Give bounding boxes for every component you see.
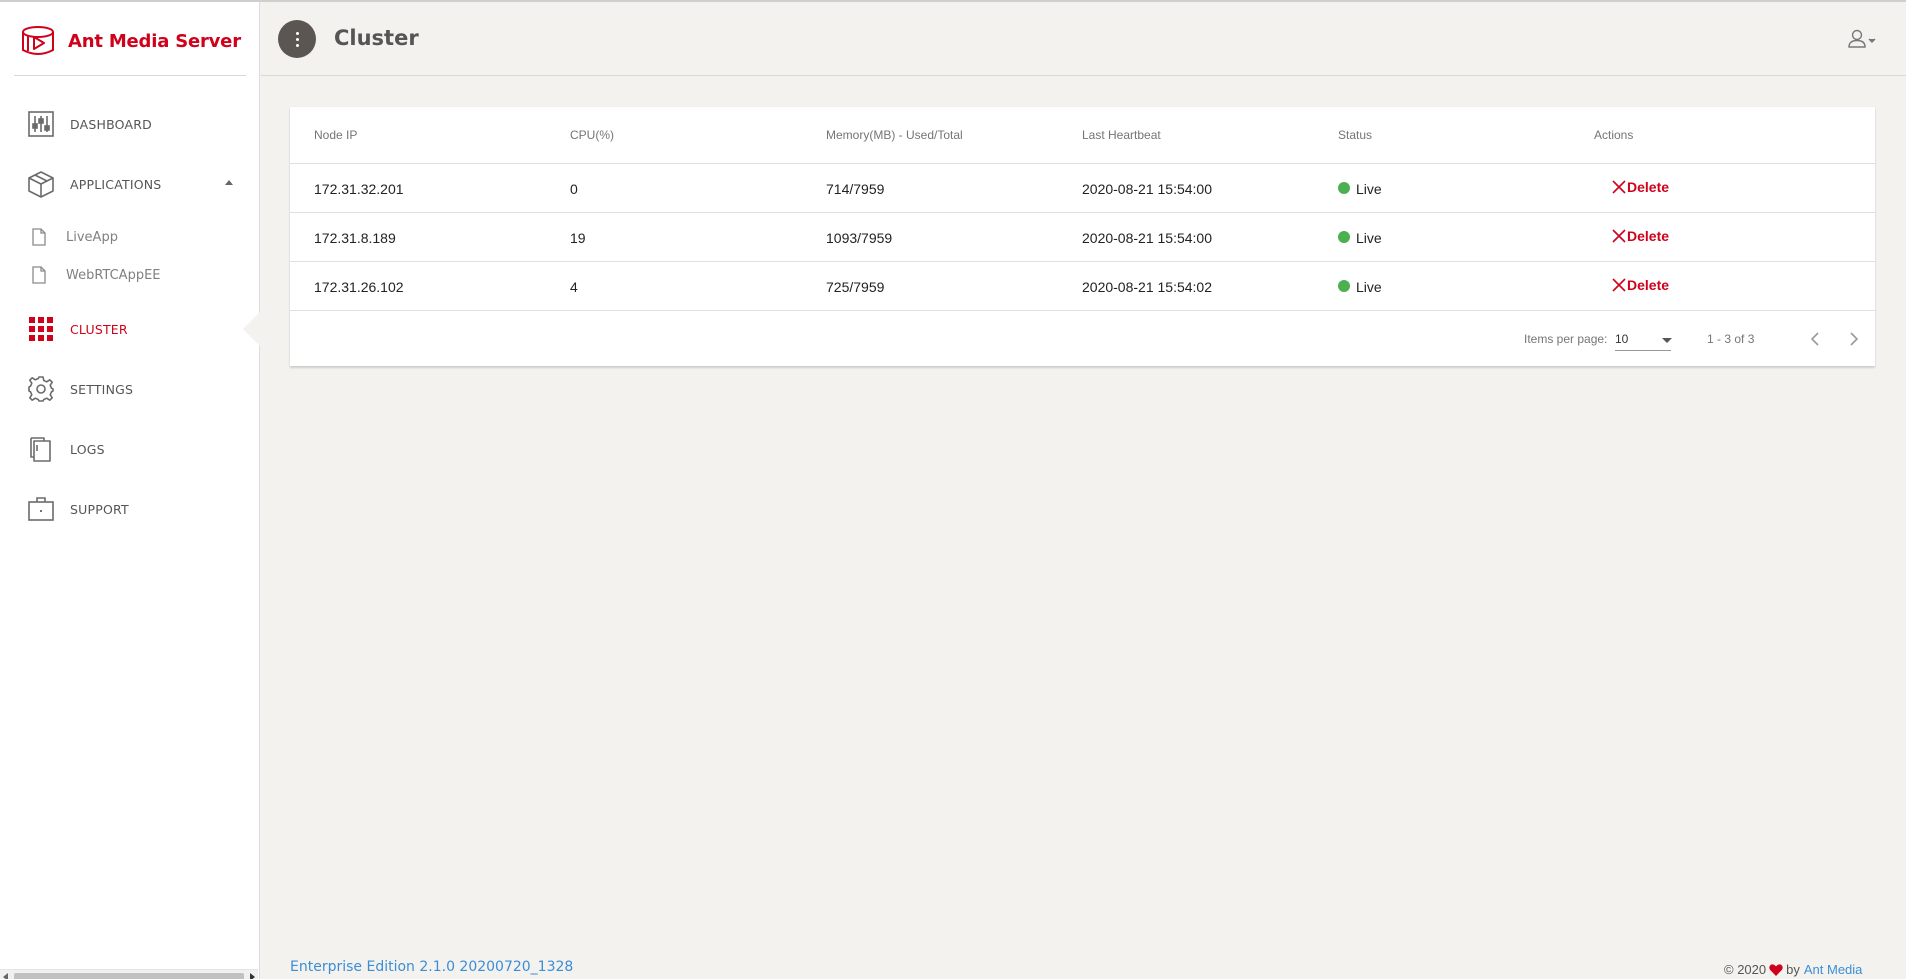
file-icon: [32, 228, 46, 246]
scroll-left-arrow-icon[interactable]: [3, 973, 8, 979]
status-live-dot-icon: [1338, 182, 1350, 194]
sidebar-item-label: CLUSTER: [70, 321, 128, 337]
status-text: Live: [1356, 181, 1382, 197]
table-row: 172.31.32.201 0 714/7959 2020-08-21 15:5…: [290, 164, 1875, 213]
memory-value: 725/7959: [826, 279, 885, 295]
cluster-table-card: Node IP CPU(%) Memory(MB) - Used/Total L…: [290, 107, 1875, 366]
items-per-page-value: 10: [1615, 332, 1629, 346]
column-header-node-ip: Node IP: [314, 128, 358, 142]
status-text: Live: [1356, 230, 1382, 246]
node-ip: 172.31.32.201: [314, 181, 404, 197]
sidebar-item-label: LOGS: [70, 441, 105, 457]
by-text: by: [1786, 962, 1800, 977]
cpu-value: 19: [570, 230, 586, 246]
sidebar-item-label: APPLICATIONS: [70, 176, 162, 192]
cpu-value: 0: [570, 181, 578, 197]
status-text: Live: [1356, 279, 1382, 295]
user-dropdown-icon[interactable]: [1847, 28, 1881, 50]
sidebar: Ant Media Server DASHBOARD APPLICATIONS …: [0, 2, 260, 979]
delete-button[interactable]: Delete: [1612, 228, 1669, 244]
column-header-status: Status: [1338, 128, 1373, 142]
documents-icon: [26, 434, 56, 464]
node-ip: 172.31.8.189: [314, 230, 396, 246]
node-ip: 172.31.26.102: [314, 279, 404, 295]
box-icon: [26, 169, 56, 199]
sidebar-item-applications[interactable]: APPLICATIONS: [0, 164, 260, 204]
cpu-value: 4: [570, 279, 578, 295]
table-row: 172.31.26.102 4 725/7959 2020-08-21 15:5…: [290, 262, 1875, 311]
copyright-text: © 2020: [1724, 962, 1767, 977]
brand[interactable]: Ant Media Server: [20, 22, 241, 60]
sidebar-item-label: DASHBOARD: [70, 116, 152, 132]
table-row: 172.31.8.189 19 1093/7959 2020-08-21 15:…: [290, 213, 1875, 262]
gear-icon: [26, 374, 56, 404]
scroll-thumb[interactable]: [14, 973, 244, 979]
dropdown-arrow-icon: [1662, 338, 1672, 343]
ant-media-link[interactable]: Ant Media: [1804, 962, 1863, 977]
chevron-left-icon: [1810, 332, 1819, 346]
delete-button[interactable]: Delete: [1612, 179, 1669, 195]
page-title: Cluster: [334, 26, 419, 50]
horizontal-scrollbar[interactable]: [0, 969, 258, 979]
sidebar-app-webrtcappee[interactable]: WebRTCAppEE: [0, 260, 260, 290]
brand-divider: [14, 75, 246, 76]
memory-value: 1093/7959: [826, 230, 893, 246]
close-icon: [1612, 180, 1626, 194]
sidebar-item-cluster[interactable]: CLUSTER: [0, 309, 260, 349]
brand-name: Ant Media Server: [68, 30, 241, 52]
sidebar-item-dashboard[interactable]: DASHBOARD: [0, 104, 260, 144]
items-per-page-select[interactable]: 10: [1615, 327, 1672, 351]
top-header: Cluster: [261, 2, 1906, 76]
table-header: Node IP CPU(%) Memory(MB) - Used/Total L…: [290, 107, 1875, 164]
more-vert-icon: [295, 31, 299, 47]
sidebar-item-label: SUPPORT: [70, 501, 129, 517]
delete-label: Delete: [1627, 179, 1670, 195]
active-indicator: [243, 312, 260, 346]
sidebar-item-logs[interactable]: LOGS: [0, 429, 260, 469]
close-icon: [1612, 278, 1626, 292]
paginator: Items per page: 10 1 - 3 of 3: [290, 311, 1875, 366]
dashboard-sliders-icon: [26, 109, 56, 139]
column-header-actions: Actions: [1594, 128, 1634, 142]
heartbeat-value: 2020-08-21 15:54:00: [1082, 230, 1212, 246]
app-label: WebRTCAppEE: [66, 267, 161, 283]
sidebar-item-support[interactable]: SUPPORT: [0, 489, 260, 529]
status-live-dot-icon: [1338, 280, 1350, 292]
footer-copyright: © 2020 by Ant Media: [1724, 962, 1862, 977]
column-header-cpu: CPU(%): [570, 128, 614, 142]
delete-label: Delete: [1627, 228, 1670, 244]
previous-page-button[interactable]: [1801, 325, 1829, 353]
close-icon: [1612, 229, 1626, 243]
sidebar-item-settings[interactable]: SETTINGS: [0, 369, 260, 409]
delete-button[interactable]: Delete: [1612, 277, 1669, 293]
column-header-last-heartbeat: Last Heartbeat: [1082, 128, 1161, 142]
chevron-right-icon: [1850, 332, 1859, 346]
sidebar-app-liveapp[interactable]: LiveApp: [0, 222, 260, 252]
edition-version-label: Enterprise Edition 2.1.0 20200720_1328: [290, 959, 574, 975]
ant-media-logo-icon: [22, 26, 54, 55]
scroll-right-arrow-icon[interactable]: [250, 973, 255, 979]
file-icon: [32, 266, 46, 284]
memory-value: 714/7959: [826, 181, 885, 197]
heartbeat-value: 2020-08-21 15:54:00: [1082, 181, 1212, 197]
next-page-button[interactable]: [1840, 325, 1868, 353]
column-header-memory: Memory(MB) - Used/Total: [826, 128, 963, 142]
more-vert-button[interactable]: [278, 20, 316, 58]
delete-label: Delete: [1627, 277, 1670, 293]
heartbeat-value: 2020-08-21 15:54:02: [1082, 279, 1212, 295]
heart-icon: [1769, 963, 1783, 976]
app-label: LiveApp: [66, 229, 118, 245]
briefcase-icon: [26, 494, 56, 524]
sidebar-item-label: SETTINGS: [70, 381, 134, 397]
items-per-page-label: Items per page:: [1524, 332, 1608, 346]
grid-icon: [26, 314, 56, 344]
collapse-caret-icon[interactable]: [225, 180, 233, 185]
status-live-dot-icon: [1338, 231, 1350, 243]
page-range-label: 1 - 3 of 3: [1707, 332, 1755, 346]
